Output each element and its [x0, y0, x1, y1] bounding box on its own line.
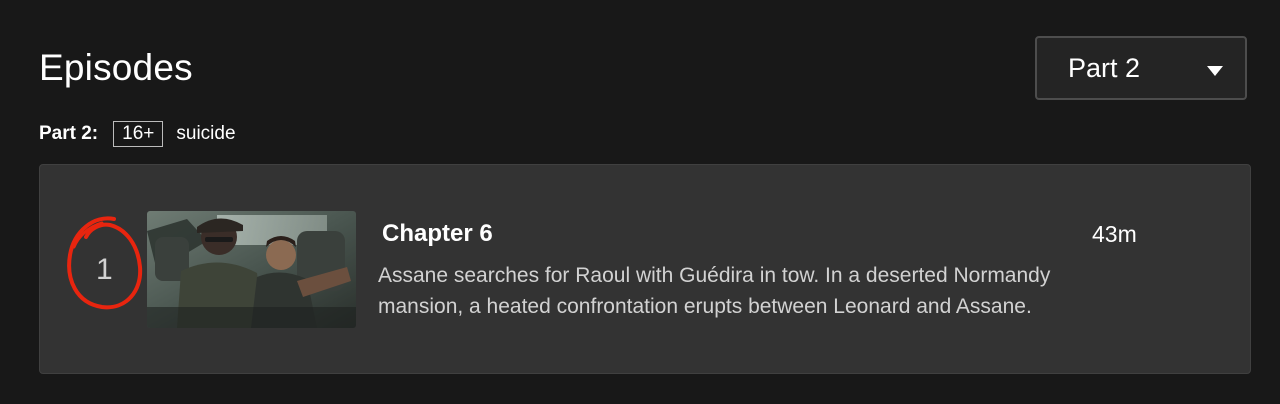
episode-thumbnail-image — [147, 211, 356, 328]
episode-title: Chapter 6 — [382, 220, 493, 247]
episode-duration: 43m — [1092, 221, 1137, 247]
episode-synopsis: Assane searches for Raoul with Guédira i… — [378, 264, 1051, 318]
season-dropdown-label: Part 2 — [1068, 53, 1141, 83]
caret-down-icon — [1207, 66, 1223, 76]
content-advisory: suicide — [176, 123, 236, 144]
episode-item[interactable]: 1 Chapter 6 43m Assane searches for Raou… — [39, 164, 1251, 374]
part-label: Part 2: — [39, 123, 99, 144]
episode-thumbnail[interactable] — [147, 211, 356, 328]
maturity-rating-badge: 16+ — [113, 121, 164, 147]
episodes-page: Episodes Part 2 Part 2: 16+ suicide 1 Ch… — [0, 0, 1280, 404]
season-dropdown[interactable]: Part 2 — [1035, 36, 1247, 100]
episode-number: 1 — [96, 253, 113, 286]
page-title: Episodes — [39, 47, 193, 88]
maturity-rating-row: Part 2: 16+ suicide — [39, 121, 236, 147]
